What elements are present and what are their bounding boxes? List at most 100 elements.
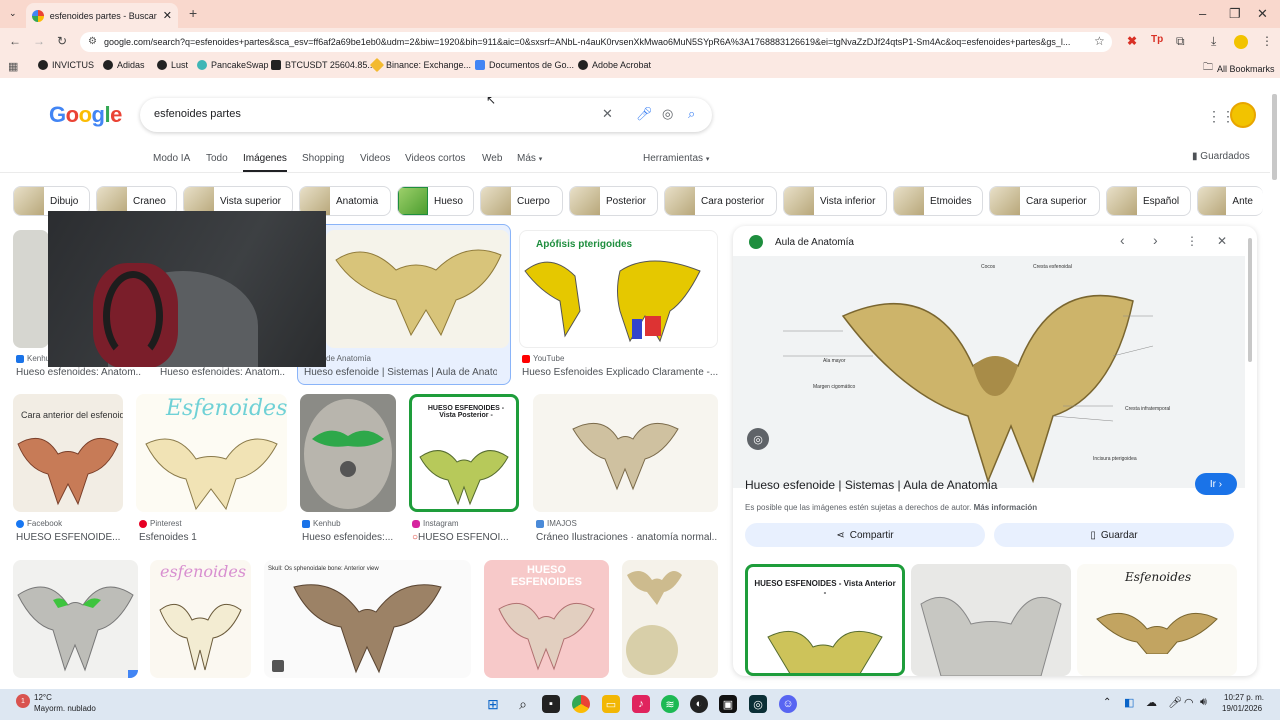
back-icon[interactable]: ←: [9, 34, 21, 48]
wifi-icon[interactable]: ◠: [1184, 696, 1194, 709]
bookmark-item[interactable]: Documentos de Go...: [475, 60, 574, 70]
result-image[interactable]: HUESO ESFENOIDES - Vista Posterior -: [409, 394, 519, 512]
reload-icon[interactable]: ↻: [57, 34, 67, 48]
close-window-icon[interactable]: ✕: [1257, 6, 1268, 22]
lens-icon[interactable]: ◎: [662, 106, 673, 122]
tools-button[interactable]: Herramientas ▾: [643, 153, 709, 164]
result-title[interactable]: Hueso esfenoide | Sistemas | Aula de Ana…: [304, 367, 497, 378]
result-source[interactable]: Instagram: [412, 519, 459, 528]
address-bar[interactable]: ⚙ google.com/search?q=esfenoides+partes&…: [80, 32, 1112, 52]
tab-mas[interactable]: Más ▾: [517, 153, 542, 164]
filter-chip[interactable]: Vista inferior: [783, 186, 887, 216]
result-image[interactable]: HUESO ESFENOIDES: [484, 560, 609, 678]
result-source[interactable]: Pinterest: [139, 519, 182, 528]
result-image[interactable]: Cara anterior del esfenoides: [13, 394, 123, 512]
go-button[interactable]: Ir ›: [1195, 473, 1237, 495]
apps-grid-icon[interactable]: ▦: [8, 60, 18, 73]
task-view-icon[interactable]: ▪: [542, 695, 560, 713]
bookmark-star-icon[interactable]: ☆: [1094, 34, 1105, 48]
result-image[interactable]: Apófisis pterigoides: [519, 230, 718, 348]
result-title[interactable]: Hueso Esfenoides Explicado Claramente -.…: [522, 367, 718, 378]
chrome-icon[interactable]: [572, 695, 590, 713]
tray-chevron-icon[interactable]: ⌃: [1103, 697, 1111, 708]
filter-chip[interactable]: Español: [1106, 186, 1191, 216]
result-source[interactable]: Kenhub: [302, 519, 341, 528]
tray-app-icon[interactable]: ☁: [1146, 696, 1157, 709]
related-image[interactable]: HUESO ESFENOIDES - Vista Anterior -: [745, 564, 905, 676]
clock-time[interactable]: 10:27 p. m.: [1224, 693, 1264, 702]
more-info-link[interactable]: Más información: [974, 503, 1038, 512]
download-icon[interactable]: ⤓: [1211, 34, 1216, 49]
prev-icon[interactable]: ‹: [1120, 232, 1125, 248]
preview-site-name[interactable]: Aula de Anatomía: [775, 237, 854, 248]
bookmark-item[interactable]: Adobe Acrobat: [578, 60, 651, 70]
account-avatar[interactable]: [1230, 102, 1256, 128]
site-info-icon[interactable]: ⚙: [88, 36, 97, 47]
filter-chip[interactable]: Posterior: [569, 186, 658, 216]
weather-desc[interactable]: Mayorm. nublado: [34, 704, 96, 713]
bookmark-item[interactable]: Adidas: [103, 60, 145, 70]
bookmark-item[interactable]: INVICTUS: [38, 60, 94, 70]
new-tab-button[interactable]: +: [189, 5, 197, 21]
result-image[interactable]: esfenoides: [150, 560, 251, 678]
bookmark-item[interactable]: Binance: Exchange...: [369, 57, 471, 73]
all-bookmarks[interactable]: 🗀 All Bookmarks: [1203, 60, 1275, 77]
restore-icon[interactable]: ❐: [1229, 6, 1241, 22]
close-icon[interactable]: ✕: [1217, 234, 1227, 248]
tab-close-icon[interactable]: ✕: [163, 9, 172, 22]
result-title[interactable]: HUESO ESFENOIDE...: [16, 532, 126, 543]
filter-chip[interactable]: Ante: [1197, 186, 1263, 216]
tab-modo-ia[interactable]: Modo IA: [153, 153, 190, 164]
filter-chip[interactable]: Cara posterior: [664, 186, 777, 216]
more-options-icon[interactable]: ⋮: [1186, 234, 1198, 248]
page-scrollbar[interactable]: [1272, 94, 1277, 180]
share-button[interactable]: ⋖ Compartir: [745, 523, 985, 547]
file-explorer-icon[interactable]: ▭: [602, 695, 620, 713]
result-title[interactable]: Esfenoides 1: [139, 532, 279, 543]
search-box[interactable]: esfenoides partes ✕ 🎤︎ ◎ ⌕: [140, 98, 712, 132]
tab-imagenes[interactable]: Imágenes: [243, 153, 287, 173]
volume-icon[interactable]: 🔊︎: [1200, 696, 1207, 709]
forward-icon[interactable]: →: [33, 34, 45, 48]
result-title[interactable]: Hueso esfenoides: Anatom...: [16, 367, 141, 378]
result-title[interactable]: Cráneo Ilustraciones · anatomía normal..…: [536, 532, 718, 543]
next-icon[interactable]: ›: [1153, 232, 1158, 248]
panel-scrollbar[interactable]: [1248, 238, 1252, 362]
search-input[interactable]: esfenoides partes: [154, 108, 241, 120]
app-icon[interactable]: ◐: [690, 695, 708, 713]
preview-title[interactable]: Hueso esfenoide | Sistemas | Aula de Ana…: [745, 478, 997, 492]
app-icon[interactable]: ▣: [719, 695, 737, 713]
saved-button[interactable]: ▮ Guardados: [1192, 151, 1250, 162]
result-image[interactable]: [622, 560, 718, 678]
result-source[interactable]: de Anatomía: [326, 354, 371, 363]
tiktok-icon[interactable]: ♪: [632, 695, 650, 713]
discord-icon[interactable]: ☺: [779, 695, 797, 713]
result-source[interactable]: IMAJOS: [536, 519, 577, 528]
result-image[interactable]: Esfenoides: [136, 394, 287, 512]
result-image[interactable]: Skull: Os sphenoidale bone: Anterior vie…: [264, 560, 471, 678]
clock-date[interactable]: 19/01/2026: [1222, 704, 1262, 713]
related-image[interactable]: Esfenoides: [1077, 564, 1237, 676]
bookmark-item[interactable]: PancakeSwap: [197, 60, 269, 70]
search-icon[interactable]: ⌕: [688, 106, 695, 122]
microphone-icon[interactable]: 🎤︎: [1168, 696, 1182, 709]
google-logo[interactable]: Google: [49, 102, 122, 128]
windows-start-icon[interactable]: ⊞: [484, 695, 502, 713]
microphone-icon[interactable]: 🎤︎: [636, 106, 653, 122]
tab-active[interactable]: esfenoides partes - Buscar con Google ✕: [26, 3, 178, 28]
filter-chip[interactable]: Cara superior: [989, 186, 1100, 216]
search-icon[interactable]: ⌕: [514, 695, 532, 713]
profile-avatar[interactable]: [1234, 35, 1248, 49]
result-source[interactable]: Facebook: [16, 519, 62, 528]
preview-image[interactable]: ◎ Ala mayor Cocos Cresta esfenoidal Marg…: [733, 256, 1245, 488]
filter-chip[interactable]: Etmoides: [893, 186, 983, 216]
filter-chip[interactable]: Hueso: [397, 186, 474, 216]
extension-icon[interactable]: Tp: [1151, 34, 1163, 45]
tab-videos-cortos[interactable]: Videos cortos: [405, 153, 465, 164]
bookmark-item[interactable]: BTCUSDT 25604.85...: [271, 60, 375, 70]
tray-app-icon[interactable]: ◧: [1124, 696, 1134, 709]
tab-videos[interactable]: Videos: [360, 153, 390, 164]
tab-todo[interactable]: Todo: [206, 153, 228, 164]
minimize-icon[interactable]: –: [1199, 6, 1206, 21]
result-image[interactable]: [300, 394, 396, 512]
